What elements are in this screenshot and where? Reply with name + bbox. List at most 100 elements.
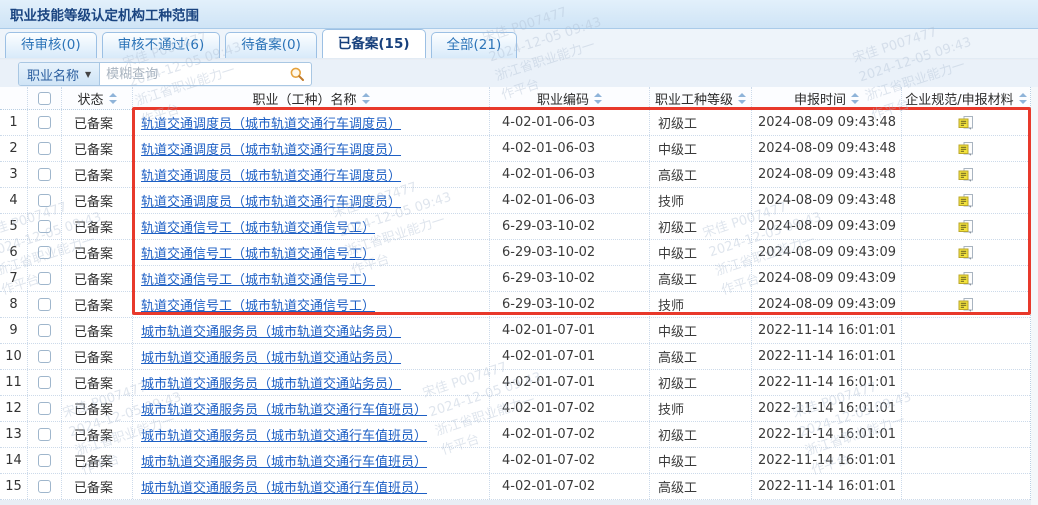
material-doc-icon[interactable] — [958, 297, 974, 313]
occupation-link[interactable]: 城市轨道交通服务员（城市轨道交通行车值班员） — [141, 425, 427, 444]
tab-all[interactable]: 全部(21) — [431, 32, 518, 58]
time-cell: 2022-11-14 16:01:01 — [752, 474, 902, 499]
time-cell: 2022-11-14 16:01:01 — [752, 318, 902, 343]
scrollbar-track[interactable] — [1031, 87, 1038, 505]
row-checkbox-cell — [28, 422, 62, 447]
search-input[interactable] — [100, 63, 283, 85]
occupation-link[interactable]: 轨道交通调度员（城市轨道交通行车调度员） — [141, 139, 401, 158]
header-occupation-name[interactable]: 职业（工种）名称 — [133, 87, 490, 109]
tab-review-rejected[interactable]: 审核不通过(6) — [102, 32, 221, 58]
occupation-link[interactable]: 城市轨道交通服务员（城市轨道交通站务员） — [141, 373, 401, 392]
row-index: 13 — [0, 422, 28, 447]
row-checkbox[interactable] — [38, 168, 51, 181]
occupation-link[interactable]: 城市轨道交通服务员（城市轨道交通行车值班员） — [141, 451, 427, 470]
table-header-row: 状态 职业（工种）名称 职业编码 职业工种等级 申报时间 企业规范/申报材料 — [0, 87, 1030, 110]
occupation-link[interactable]: 城市轨道交通服务员（城市轨道交通行车值班员） — [141, 399, 427, 418]
occupation-cell: 轨道交通信号工（城市轨道交通信号工） — [133, 214, 490, 239]
time-cell: 2024-08-09 09:43:09 — [752, 292, 902, 317]
row-checkbox[interactable] — [38, 402, 51, 415]
level-cell: 技师 — [650, 292, 752, 317]
row-checkbox[interactable] — [38, 298, 51, 311]
magnifier-icon — [289, 66, 305, 82]
material-doc-icon[interactable] — [958, 245, 974, 261]
header-materials[interactable]: 企业规范/申报材料 — [902, 87, 1030, 109]
row-checkbox-cell — [28, 474, 62, 499]
row-checkbox-cell — [28, 266, 62, 291]
row-checkbox[interactable] — [38, 246, 51, 259]
row-checkbox-cell — [28, 292, 62, 317]
occupation-link[interactable]: 轨道交通信号工（城市轨道交通信号工） — [141, 295, 375, 314]
material-cell — [902, 266, 1030, 291]
occupation-link[interactable]: 轨道交通调度员（城市轨道交通行车调度员） — [141, 113, 401, 132]
code-cell: 4-02-01-06-03 — [490, 110, 650, 135]
code-cell: 4-02-01-06-03 — [490, 136, 650, 161]
header-status[interactable]: 状态 — [62, 87, 133, 109]
table-row: 1 已备案 轨道交通调度员（城市轨道交通行车调度员） 4-02-01-06-03… — [0, 110, 1030, 136]
row-checkbox[interactable] — [38, 194, 51, 207]
tab-filed[interactable]: 已备案(15) — [322, 29, 426, 58]
occupation-cell: 城市轨道交通服务员（城市轨道交通行车值班员） — [133, 396, 490, 421]
occupation-cell: 轨道交通调度员（城市轨道交通行车调度员） — [133, 136, 490, 161]
occupation-link[interactable]: 城市轨道交通服务员（城市轨道交通站务员） — [141, 347, 401, 366]
header-declare-time[interactable]: 申报时间 — [752, 87, 902, 109]
table-row: 12 已备案 城市轨道交通服务员（城市轨道交通行车值班员） 4-02-01-07… — [0, 396, 1030, 422]
row-checkbox[interactable] — [38, 324, 51, 337]
occupation-cell: 轨道交通信号工（城市轨道交通信号工） — [133, 240, 490, 265]
header-occupation-code[interactable]: 职业编码 — [490, 87, 650, 109]
material-doc-icon[interactable] — [958, 115, 974, 131]
time-cell: 2022-11-14 16:01:01 — [752, 344, 902, 369]
material-doc-icon[interactable] — [958, 167, 974, 183]
row-checkbox[interactable] — [38, 220, 51, 233]
tab-pending-filing[interactable]: 待备案(0) — [225, 32, 317, 58]
material-cell — [902, 448, 1030, 473]
row-checkbox[interactable] — [38, 350, 51, 363]
header-index — [0, 87, 28, 109]
sort-icon — [593, 92, 602, 105]
material-doc-icon[interactable] — [958, 219, 974, 235]
search-button[interactable] — [283, 63, 311, 85]
occupation-link[interactable]: 轨道交通信号工（城市轨道交通信号工） — [141, 217, 375, 236]
app-window: 职业技能等级认定机构工种范围 待审核(0) 审核不通过(6) 待备案(0) 已备… — [0, 0, 1038, 505]
occupation-link[interactable]: 轨道交通调度员（城市轨道交通行车调度员） — [141, 165, 401, 184]
occupation-link[interactable]: 城市轨道交通服务员（城市轨道交通行车值班员） — [141, 477, 427, 496]
code-cell: 4-02-01-07-02 — [490, 422, 650, 447]
table-row: 10 已备案 城市轨道交通服务员（城市轨道交通站务员） 4-02-01-07-0… — [0, 344, 1030, 370]
tab-pending-review[interactable]: 待审核(0) — [5, 32, 97, 58]
row-checkbox[interactable] — [38, 116, 51, 129]
row-index: 6 — [0, 240, 28, 265]
code-cell: 4-02-01-06-03 — [490, 162, 650, 187]
material-doc-icon[interactable] — [958, 141, 974, 157]
material-doc-icon[interactable] — [958, 193, 974, 209]
occupation-link[interactable]: 轨道交通调度员（城市轨道交通行车调度员） — [141, 191, 401, 210]
row-index: 12 — [0, 396, 28, 421]
row-checkbox[interactable] — [38, 272, 51, 285]
search-field-select[interactable]: 职业名称 ▼ — [19, 63, 100, 85]
row-index: 3 — [0, 162, 28, 187]
material-cell — [902, 240, 1030, 265]
row-checkbox[interactable] — [38, 376, 51, 389]
row-checkbox[interactable] — [38, 454, 51, 467]
material-cell — [902, 474, 1030, 499]
select-all-checkbox[interactable] — [38, 92, 51, 105]
row-checkbox-cell — [28, 110, 62, 135]
row-checkbox[interactable] — [38, 142, 51, 155]
material-cell — [902, 422, 1030, 447]
titlebar: 职业技能等级认定机构工种范围 — [0, 0, 1038, 29]
header-level[interactable]: 职业工种等级 — [650, 87, 752, 109]
material-cell — [902, 344, 1030, 369]
occupation-link[interactable]: 城市轨道交通服务员（城市轨道交通站务员） — [141, 321, 401, 340]
status-cell: 已备案 — [62, 110, 133, 135]
code-cell: 4-02-01-07-02 — [490, 448, 650, 473]
occupation-link[interactable]: 轨道交通信号工（城市轨道交通信号工） — [141, 269, 375, 288]
row-checkbox[interactable] — [38, 480, 51, 493]
occupation-link[interactable]: 轨道交通信号工（城市轨道交通信号工） — [141, 243, 375, 262]
material-doc-icon[interactable] — [958, 271, 974, 287]
occupation-cell: 轨道交通调度员（城市轨道交通行车调度员） — [133, 110, 490, 135]
level-cell: 技师 — [650, 188, 752, 213]
table-row: 11 已备案 城市轨道交通服务员（城市轨道交通站务员） 4-02-01-07-0… — [0, 370, 1030, 396]
level-cell: 中级工 — [650, 448, 752, 473]
time-cell: 2024-08-09 09:43:09 — [752, 240, 902, 265]
row-checkbox[interactable] — [38, 428, 51, 441]
material-cell — [902, 136, 1030, 161]
header-select-all — [28, 87, 62, 109]
